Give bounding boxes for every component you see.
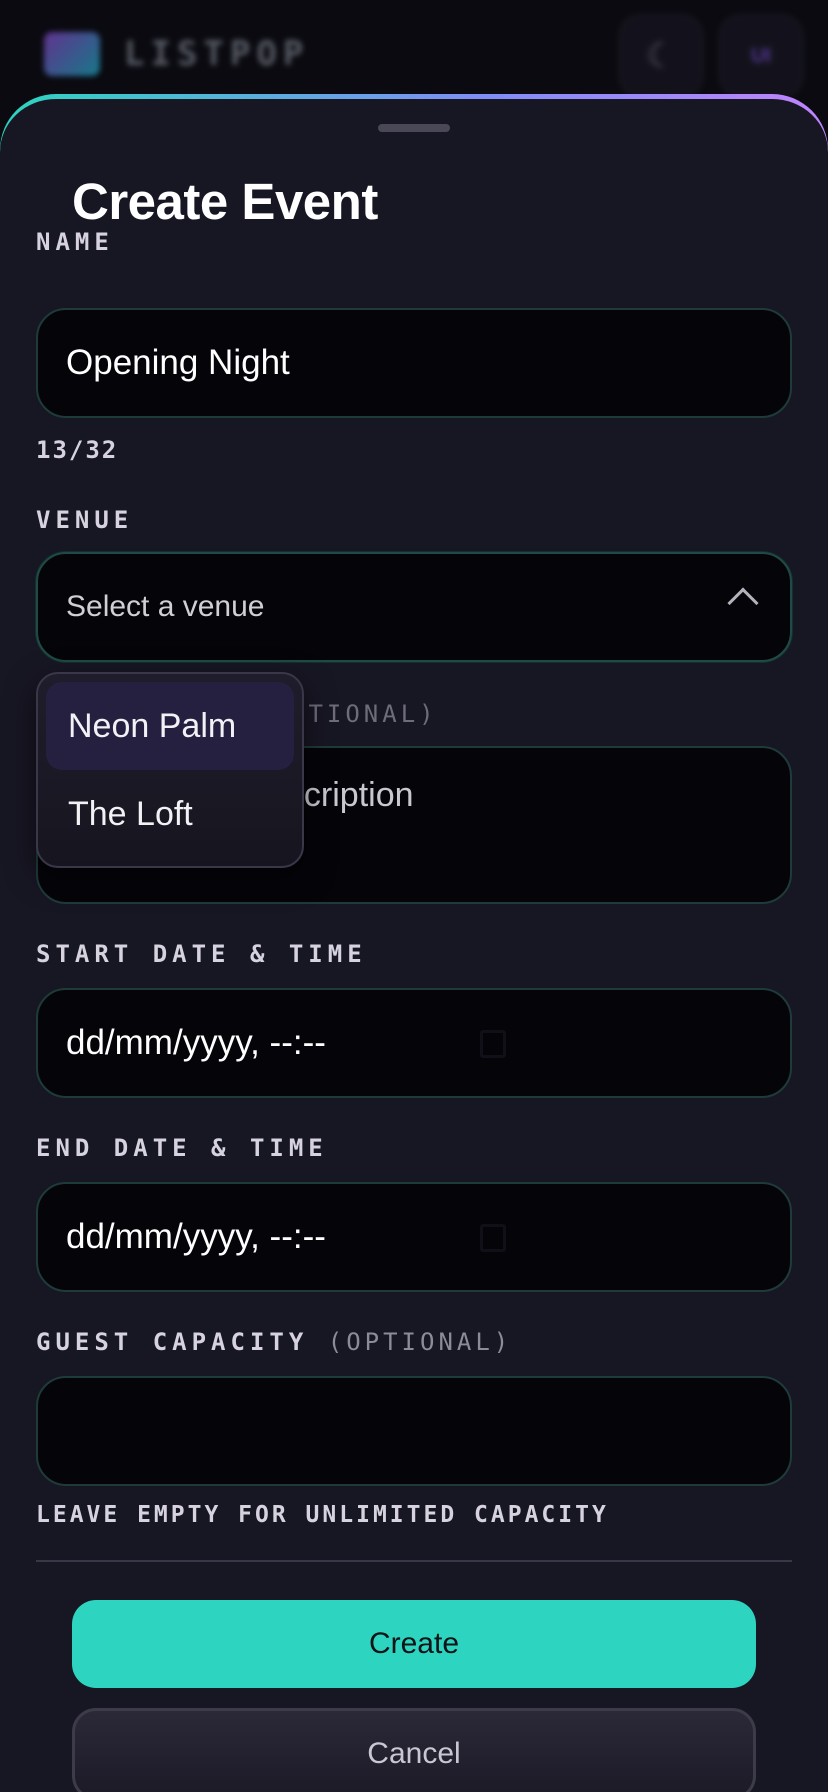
venue-select-placeholder: Select a venue	[66, 590, 265, 623]
user-initials: UI	[751, 44, 771, 67]
description-label: PTIONAL)	[290, 700, 438, 728]
cancel-button[interactable]: Cancel	[72, 1708, 756, 1792]
theme-toggle-button[interactable]: ☾	[618, 14, 704, 98]
end-datetime-value: dd/mm/yyyy, --:--	[66, 1217, 326, 1256]
calendar-icon[interactable]	[480, 1224, 506, 1252]
sheet-drag-handle[interactable]	[378, 124, 450, 132]
name-input[interactable]: Opening Night	[36, 308, 792, 418]
venue-select[interactable]: Select a venue	[36, 552, 792, 662]
guest-capacity-hint: LEAVE EMPTY FOR UNLIMITED CAPACITY	[36, 1502, 609, 1528]
guest-capacity-optional: (OPTIONAL)	[327, 1328, 513, 1356]
name-char-counter: 13/32	[36, 436, 119, 464]
guest-capacity-label: GUEST CAPACITY (OPTIONAL)	[36, 1328, 512, 1356]
user-menu-button[interactable]: UI	[718, 14, 804, 98]
start-datetime-input[interactable]: dd/mm/yyyy, --:--	[36, 988, 792, 1098]
guest-capacity-label-text: GUEST CAPACITY	[36, 1328, 309, 1356]
app-logo-text: LISTPOP	[124, 34, 310, 74]
venue-dropdown-menu: Neon Palm The Loft	[36, 672, 304, 868]
logo-icon	[44, 32, 100, 76]
name-label: NAME	[36, 228, 114, 256]
moon-icon: ☾	[645, 37, 677, 75]
divider	[36, 1560, 792, 1562]
create-button[interactable]: Create	[72, 1600, 756, 1688]
calendar-icon[interactable]	[480, 1030, 506, 1058]
sheet-title: Create Event	[72, 173, 378, 230]
guest-capacity-input[interactable]	[36, 1376, 792, 1486]
venue-option-neon-palm[interactable]: Neon Palm	[46, 682, 294, 770]
end-datetime-input[interactable]: dd/mm/yyyy, --:--	[36, 1182, 792, 1292]
start-datetime-label: START DATE & TIME	[36, 940, 367, 968]
start-datetime-value: dd/mm/yyyy, --:--	[66, 1023, 326, 1062]
name-input-value: Opening Night	[66, 343, 290, 382]
venue-option-the-loft[interactable]: The Loft	[46, 770, 294, 858]
venue-label: VENUE	[36, 506, 134, 534]
chevron-up-icon	[727, 587, 759, 619]
end-datetime-label: END DATE & TIME	[36, 1134, 328, 1162]
